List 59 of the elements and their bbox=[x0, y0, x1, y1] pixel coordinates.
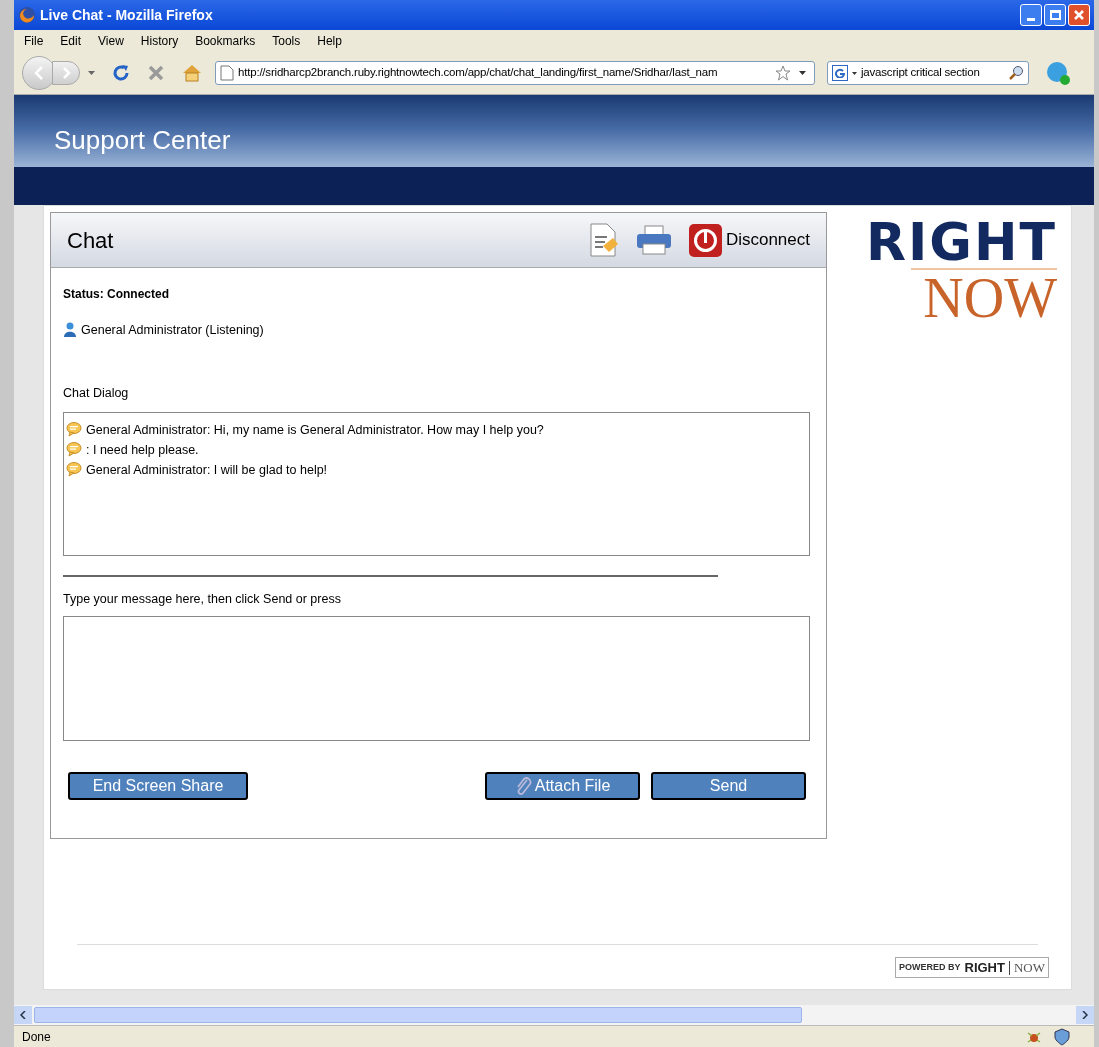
powered-by-text: POWERED BY bbox=[899, 960, 961, 974]
chat-message: General Administrator: I will be glad to help! bbox=[86, 461, 328, 479]
star-icon[interactable] bbox=[775, 65, 791, 81]
home-icon[interactable] bbox=[181, 63, 203, 83]
page-icon bbox=[220, 65, 234, 81]
menu-item[interactable]: Bookmarks bbox=[195, 32, 256, 50]
disconnect-button[interactable]: Disconnect bbox=[688, 223, 810, 257]
speech-bubble-icon bbox=[66, 420, 82, 437]
brand-text: RIGHT bbox=[964, 958, 1005, 977]
chat-message: : I need help please. bbox=[86, 441, 199, 459]
maximize-button[interactable] bbox=[1044, 4, 1066, 26]
minimize-button[interactable] bbox=[1020, 4, 1042, 26]
window-title: Live Chat - Mozilla Firefox bbox=[40, 5, 213, 25]
close-icon bbox=[1073, 9, 1085, 21]
address-field[interactable]: http://sridharcp2branch.ruby.rightnowtech.com/app/chat/chat_landing/first_name/Sridhar/last_nam bbox=[215, 61, 815, 85]
url-text: http://sridharcp2branch.ruby.rightnowtech.com/app/chat/chat_landing/first_name/Sridhar/last_nam bbox=[238, 65, 719, 81]
dropdown-arrow-icon[interactable] bbox=[799, 71, 806, 75]
search-icon[interactable] bbox=[1008, 65, 1024, 81]
printer-icon[interactable] bbox=[634, 224, 673, 256]
menu-item[interactable]: History bbox=[140, 32, 179, 50]
document-icon[interactable] bbox=[588, 222, 619, 258]
forward-button[interactable] bbox=[52, 61, 80, 85]
chat-dialog-label: Chat Dialog bbox=[63, 384, 130, 402]
message-input[interactable] bbox=[63, 616, 810, 742]
search-field[interactable]: javascript critical section bbox=[827, 61, 1029, 85]
logo-top-text: RIGHT bbox=[865, 218, 1057, 266]
close-button[interactable] bbox=[1068, 4, 1090, 26]
google-icon[interactable] bbox=[832, 65, 848, 81]
chat-title: Chat bbox=[67, 226, 114, 255]
reload-icon[interactable] bbox=[111, 63, 131, 83]
search-text: javascript critical section bbox=[861, 65, 981, 81]
user-icon bbox=[63, 322, 77, 339]
shield-icon[interactable] bbox=[1054, 1027, 1070, 1046]
menu-item[interactable]: File bbox=[24, 32, 44, 50]
stop-icon[interactable] bbox=[147, 64, 165, 82]
scroll-right-button[interactable] bbox=[1076, 1006, 1094, 1024]
menu-item[interactable]: Tools bbox=[272, 32, 301, 50]
paperclip-icon bbox=[514, 776, 533, 797]
speech-bubble-icon bbox=[66, 460, 82, 477]
chat-message: General Administrator: Hi, my name is General Administrator. How may I help you? bbox=[86, 421, 544, 439]
menu-item[interactable]: View bbox=[98, 32, 124, 50]
send-button[interactable]: Send bbox=[651, 772, 806, 801]
participant-text: General Administrator (Listening) bbox=[81, 322, 264, 339]
end-screen-share-button[interactable]: End Screen Share bbox=[68, 772, 248, 801]
message-input-label: Type your message here, then click Send or press bbox=[63, 590, 342, 608]
attach-file-button[interactable]: Attach File bbox=[485, 772, 640, 801]
speech-bubble-icon bbox=[66, 440, 82, 457]
status-text: Status: Connected bbox=[63, 286, 170, 303]
scrollbar-thumb[interactable] bbox=[34, 1007, 802, 1023]
menu-item[interactable]: Help bbox=[317, 32, 342, 50]
dropdown-arrow-icon[interactable] bbox=[852, 71, 857, 75]
status-bar-text: Done bbox=[22, 1028, 51, 1046]
logo-bottom-text: NOW bbox=[923, 270, 1057, 326]
header-title: Support Center bbox=[54, 123, 231, 157]
power-icon bbox=[688, 223, 722, 257]
menu-item[interactable]: Edit bbox=[60, 32, 82, 50]
brand-text: NOW bbox=[1013, 958, 1045, 977]
scroll-left-button[interactable] bbox=[14, 1006, 32, 1024]
firefox-icon bbox=[18, 6, 36, 24]
